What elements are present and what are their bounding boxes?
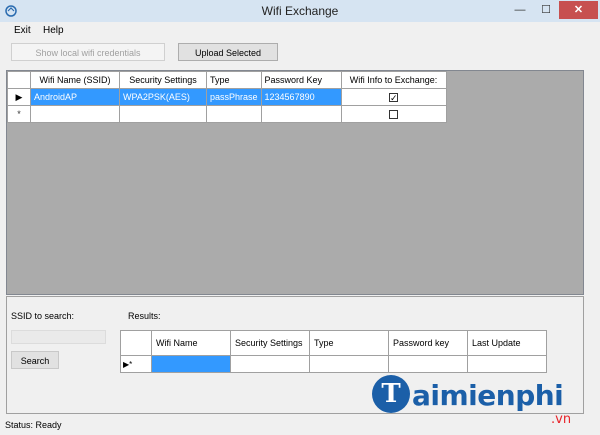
col-type[interactable]: Type: [206, 71, 262, 89]
results-label: Results:: [128, 311, 161, 321]
cell-last-update[interactable]: [467, 355, 547, 373]
cell-type[interactable]: [206, 105, 262, 123]
upload-selected-button[interactable]: Upload Selected: [178, 43, 278, 61]
col-security[interactable]: Security Settings: [119, 71, 207, 89]
table-row-new[interactable]: *: [7, 105, 447, 123]
wifi-table: Wifi Name (SSID) Security Settings Type …: [7, 71, 447, 123]
row-marker[interactable]: *: [7, 105, 31, 123]
col-password-key[interactable]: Password key: [388, 330, 468, 356]
wifi-grid: Wifi Name (SSID) Security Settings Type …: [6, 70, 584, 295]
watermark-tld: .vn: [551, 412, 572, 427]
ssid-search-label: SSID to search:: [11, 311, 75, 321]
cell-security[interactable]: [230, 355, 310, 373]
col-ssid[interactable]: Wifi Name (SSID): [30, 71, 120, 89]
app-window: Wifi Exchange — ☐ ✕ Exit Help Show local…: [0, 0, 600, 435]
watermark-logo: T aimienphi .vn: [368, 375, 600, 430]
menu-exit[interactable]: Exit: [14, 25, 31, 36]
col-password[interactable]: Password Key: [260, 71, 342, 89]
cell-security[interactable]: WPA2PSK(AES): [119, 88, 207, 106]
exchange-checkbox[interactable]: [389, 110, 399, 120]
cell-wifi-name[interactable]: [151, 355, 231, 373]
row-marker[interactable]: ▶*: [120, 355, 152, 373]
watermark-brand: aimienphi: [412, 379, 564, 412]
col-type[interactable]: Type: [309, 330, 389, 356]
results-table: Wifi Name Security Settings Type Passwor…: [120, 330, 547, 373]
maximize-button[interactable]: ☐: [533, 1, 559, 19]
minimize-button[interactable]: —: [507, 1, 533, 19]
close-button[interactable]: ✕: [559, 1, 598, 19]
cell-type[interactable]: passPhrase: [206, 88, 262, 106]
corner-header: [120, 330, 152, 356]
menu-bar: Exit Help: [0, 22, 600, 40]
col-exchange[interactable]: Wifi Info to Exchange:: [340, 71, 447, 89]
show-credentials-button[interactable]: Show local wifi credentials: [11, 43, 165, 61]
cell-password[interactable]: 1234567890: [260, 88, 342, 106]
status-text: Status: Ready: [5, 420, 62, 430]
col-wifi-name[interactable]: Wifi Name: [151, 330, 231, 356]
col-security[interactable]: Security Settings: [230, 330, 310, 356]
cell-exchange[interactable]: ✓: [340, 88, 447, 106]
cell-security[interactable]: [119, 105, 207, 123]
table-row[interactable]: ▶ AndroidAP WPA2PSK(AES) passPhrase 1234…: [7, 88, 447, 106]
row-marker[interactable]: ▶: [7, 88, 31, 106]
cell-password[interactable]: [260, 105, 342, 123]
cell-ssid[interactable]: AndroidAP: [30, 88, 120, 106]
title-bar: Wifi Exchange — ☐ ✕: [0, 0, 600, 22]
menu-help[interactable]: Help: [43, 25, 64, 36]
cell-ssid[interactable]: [30, 105, 120, 123]
col-last-update[interactable]: Last Update: [467, 330, 547, 356]
table-row-new[interactable]: ▶*: [120, 355, 547, 373]
search-button[interactable]: Search: [11, 351, 59, 369]
ssid-search-input[interactable]: [11, 330, 106, 344]
wifi-table-header: Wifi Name (SSID) Security Settings Type …: [7, 71, 447, 89]
cell-type[interactable]: [309, 355, 389, 373]
watermark-letter: T: [372, 375, 410, 413]
cell-password-key[interactable]: [388, 355, 468, 373]
corner-header: [7, 71, 31, 89]
exchange-checkbox[interactable]: ✓: [389, 93, 399, 103]
cell-exchange[interactable]: [340, 105, 447, 123]
results-header: Wifi Name Security Settings Type Passwor…: [120, 330, 547, 356]
